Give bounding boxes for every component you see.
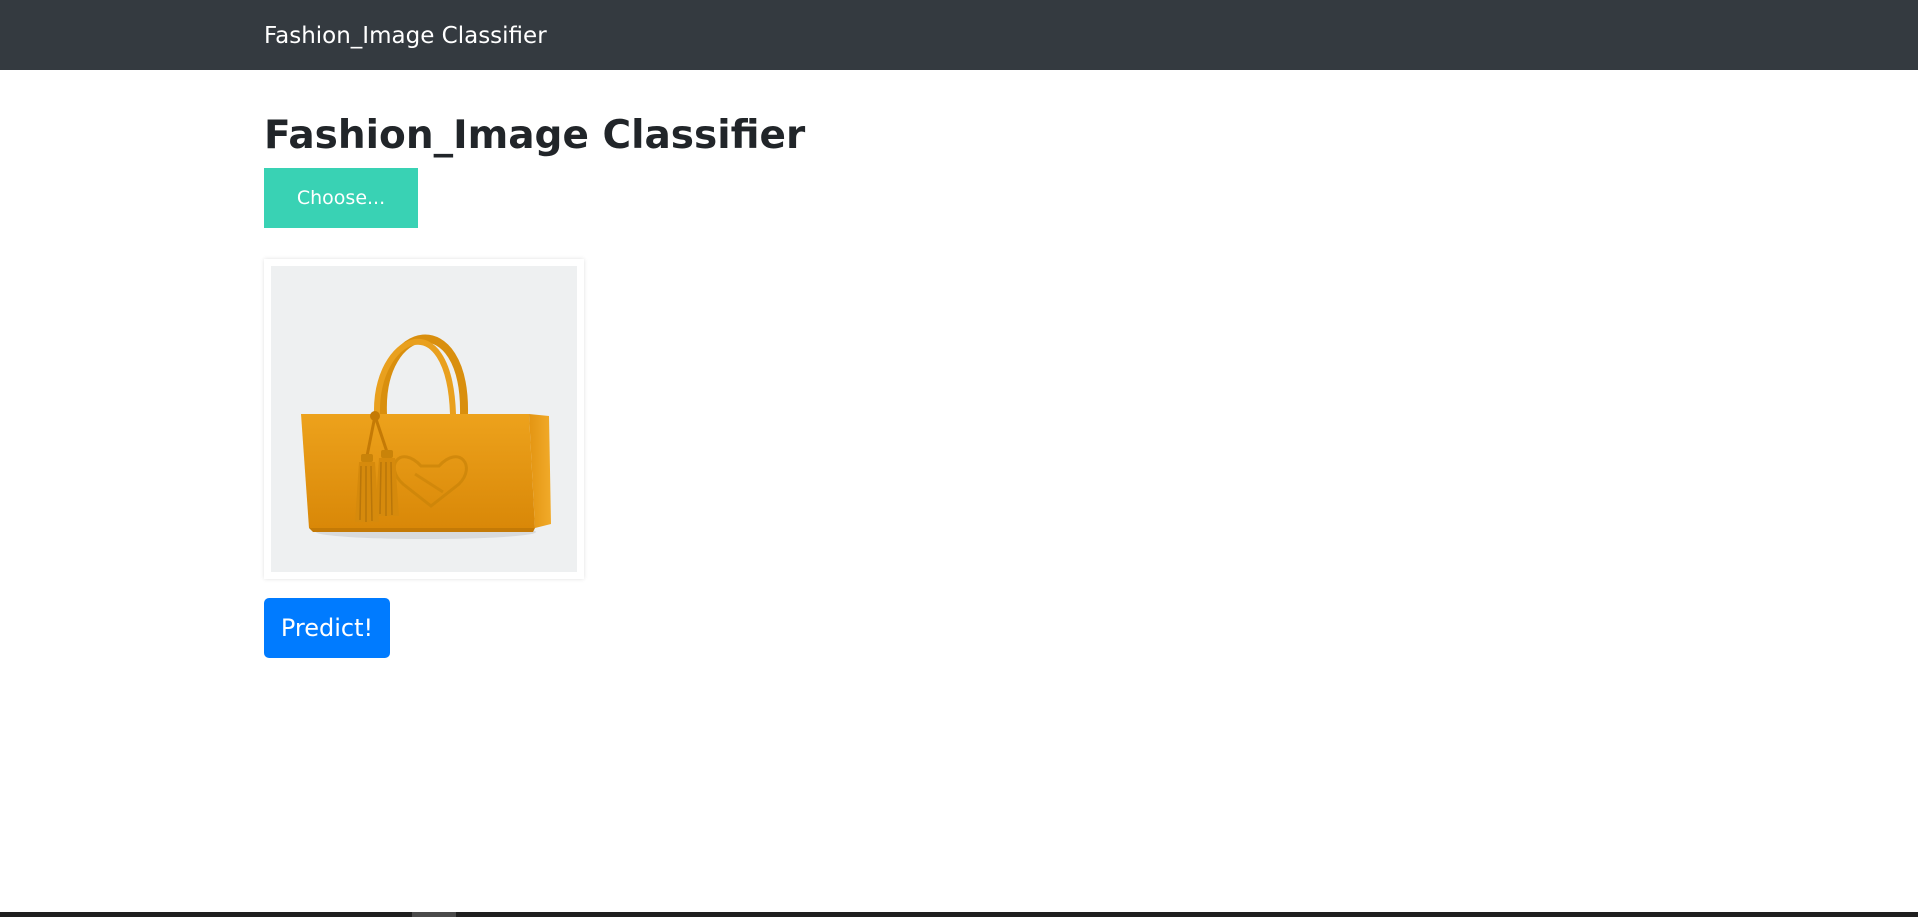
predict-button[interactable]: Predict! <box>264 598 390 658</box>
image-preview <box>264 259 584 579</box>
page-title: Fashion_Image Classifier <box>264 113 806 158</box>
scrollbar-thumb[interactable] <box>412 912 456 917</box>
top-navbar: Fashion_Image Classifier <box>0 0 1918 70</box>
navbar-brand[interactable]: Fashion_Image Classifier <box>264 21 547 51</box>
preview-photo <box>271 266 577 572</box>
choose-file-button[interactable]: Choose... <box>264 168 418 228</box>
bottom-scrollbar[interactable] <box>0 912 1918 917</box>
handbag-photo-icon <box>301 334 551 539</box>
